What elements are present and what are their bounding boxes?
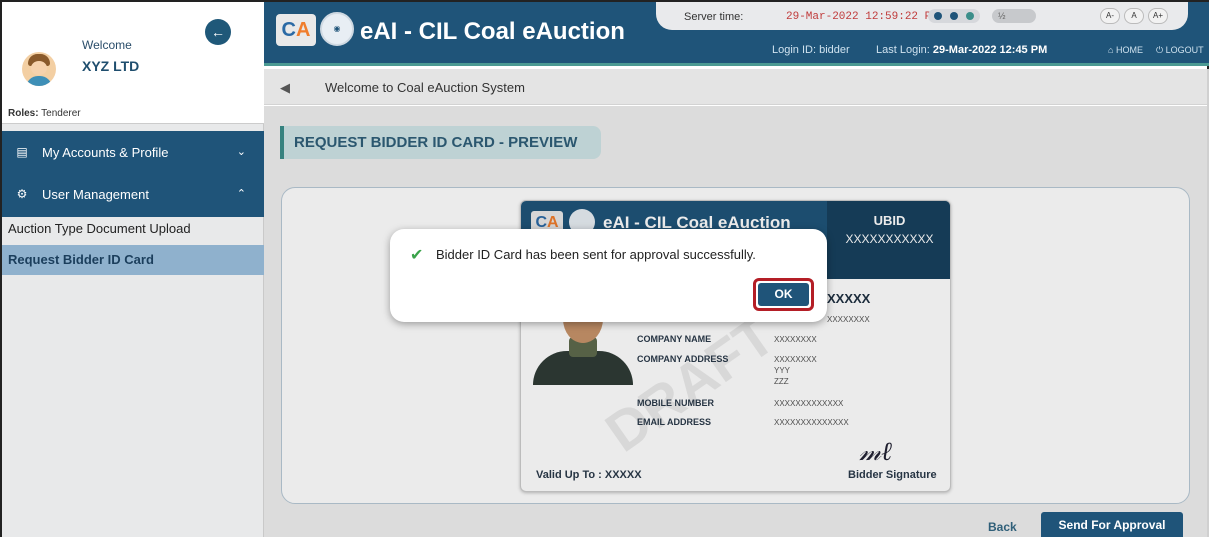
home-icon: ⌂ <box>1108 45 1114 55</box>
sidebar-item-request-bidder-id-card[interactable]: Request Bidder ID Card <box>2 245 264 275</box>
server-time-bar: Server time: 29-Mar-2022 12:59:22 PM ½ A… <box>656 2 1188 30</box>
id-card-icon: ▤ <box>16 145 28 159</box>
server-time-label: Server time: <box>684 11 744 23</box>
theme-dot-teal[interactable] <box>966 12 974 20</box>
coal-india-seal-icon: ◉ <box>320 12 354 46</box>
ok-button-highlight: OK <box>753 278 814 311</box>
theme-dot-blue[interactable] <box>934 12 942 20</box>
roles-line: Roles: Tenderer <box>8 108 81 119</box>
notice-text: Welcome to Coal eAuction System <box>325 80 525 95</box>
welcome-text: Welcome <box>82 38 132 52</box>
last-login-label: Last Login: <box>876 44 930 56</box>
collapse-sidebar-button[interactable]: ← <box>205 19 231 45</box>
menu-label: My Accounts & Profile <box>42 145 169 160</box>
font-decrease-button[interactable]: A- <box>1100 8 1120 24</box>
roles-value: Tenderer <box>41 108 81 119</box>
sidebar: Welcome XYZ LTD Roles: Tenderer ← ▤ My A… <box>2 2 264 537</box>
company-name: XYZ LTD <box>82 58 140 74</box>
roles-label: Roles: <box>8 108 39 119</box>
login-id-value: bidder <box>819 44 850 56</box>
home-label: HOME <box>1115 45 1143 55</box>
check-icon: ✔ <box>410 247 424 264</box>
menu-label: User Management <box>42 187 149 202</box>
chevron-down-icon: ⌄ <box>236 146 246 158</box>
contrast-toggle[interactable]: ½ <box>992 9 1036 23</box>
ok-button[interactable]: OK <box>758 283 809 306</box>
megaphone-icon: ◀ <box>280 80 290 95</box>
success-dialog: ✔ Bidder ID Card has been sent for appro… <box>390 229 827 322</box>
avatar <box>22 52 56 86</box>
logout-link[interactable]: ⏻ LOGOUT <box>1156 45 1204 56</box>
logout-label: LOGOUT <box>1165 45 1204 55</box>
last-login-value: 29-Mar-2022 12:45 PM <box>932 44 1048 56</box>
chevron-up-icon: ⌃ <box>236 188 246 200</box>
menu-user-management[interactable]: ⚙ User Management ⌃ <box>2 173 264 217</box>
app-title: eAI - CIL Coal eAuction <box>360 18 625 45</box>
server-time-value: 29-Mar-2022 12:59:22 PM <box>786 11 938 23</box>
last-login: Last Login: 29-Mar-2022 12:45 PM <box>876 44 1047 56</box>
power-icon: ⏻ <box>1156 45 1164 55</box>
top-bar: CA ◉ eAI - CIL Coal eAuction Server time… <box>264 2 1209 66</box>
theme-selector <box>928 9 980 23</box>
theme-dot-navy[interactable] <box>950 12 958 20</box>
dialog-message: Bidder ID Card has been sent for approva… <box>436 247 756 262</box>
font-reset-button[interactable]: A <box>1124 8 1144 24</box>
ca-logo: CA <box>276 14 316 46</box>
login-id-label: Login ID: <box>772 44 817 56</box>
menu-my-accounts[interactable]: ▤ My Accounts & Profile ⌄ <box>2 131 264 175</box>
arrow-left-icon: ← <box>211 24 225 40</box>
font-increase-button[interactable]: A+ <box>1148 8 1168 24</box>
notice-bar: ◀ Welcome to Coal eAuction System <box>264 69 1209 105</box>
send-for-approval-button[interactable]: Send For Approval <box>1041 512 1183 537</box>
sidebar-item-auction-type-document-upload[interactable]: Auction Type Document Upload <box>2 214 264 244</box>
login-id: Login ID: bidder <box>772 44 850 56</box>
home-link[interactable]: ⌂ HOME <box>1108 45 1143 55</box>
back-button[interactable]: Back <box>988 520 1017 534</box>
users-gear-icon: ⚙ <box>16 187 28 201</box>
user-panel: Welcome XYZ LTD Roles: Tenderer ← <box>2 2 264 124</box>
